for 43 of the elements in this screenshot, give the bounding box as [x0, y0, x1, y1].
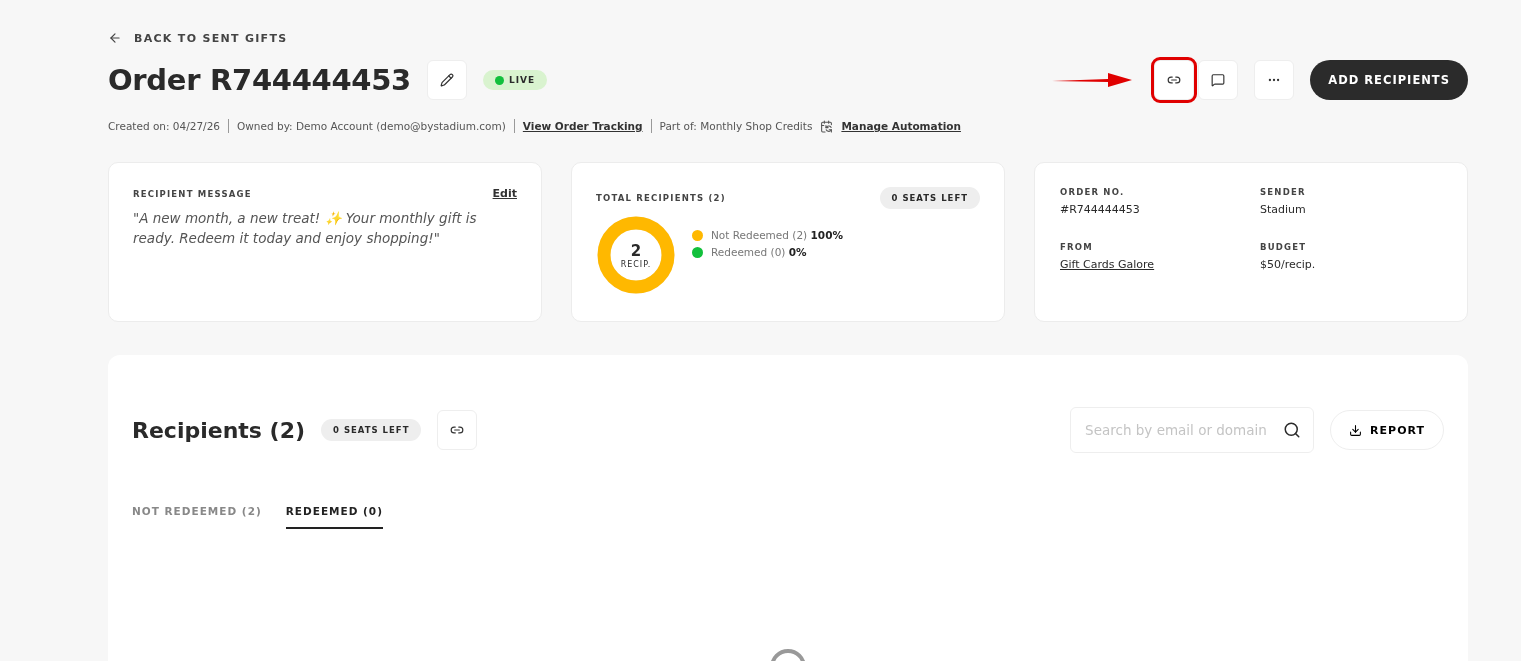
recipient-count: 2	[630, 241, 642, 260]
order-tracking-link[interactable]: View Order Tracking	[522, 120, 643, 132]
pencil-icon	[439, 73, 454, 87]
legend-label: Redeemed (0) 0%	[711, 245, 807, 260]
comment-button[interactable]	[1198, 60, 1239, 100]
download-icon	[1349, 423, 1363, 437]
report-button[interactable]: REPORT	[1330, 410, 1444, 450]
card-label: TOTAL RECIPIENTS (2)	[596, 193, 726, 203]
detail-link[interactable]: Gift Cards Galore	[1060, 258, 1260, 271]
detail-value: Stadium	[1260, 203, 1307, 216]
detail-label: ORDER NO.	[1060, 187, 1126, 197]
calendar-icon	[820, 119, 834, 133]
recipient-message: "A new month, a new treat! ✨ Your monthly gift is ready. Redeem it today and enjoy shopping!"	[133, 209, 478, 248]
edit-link[interactable]: Edit	[492, 187, 517, 200]
order-title: Order R744444453	[108, 63, 411, 97]
seats-badge: 0 SEATS LEFT	[321, 419, 422, 441]
filter-tab[interactable]: NOT REDEEMED (2)	[132, 505, 262, 529]
recipients-title: Recipients (2)	[132, 417, 305, 443]
recipient-unit: RECIP.	[620, 259, 652, 269]
add-recipients-button[interactable]: ADD RECIPIENTS	[1310, 60, 1468, 100]
detail-label: FROM	[1060, 242, 1094, 252]
search-icon	[1283, 421, 1302, 439]
filter-tab[interactable]: REDEEMED (0)	[285, 505, 383, 529]
link-icon	[450, 423, 465, 437]
manage-automation-link[interactable]: Manage Automation	[841, 120, 961, 132]
detail-label: SENDER	[1260, 187, 1307, 197]
detail-value: #R744444453	[1060, 203, 1141, 216]
speech-bubble-icon	[1211, 73, 1226, 87]
status-badge: LIVE	[482, 70, 548, 90]
seats-badge: 0 SEATS LEFT	[879, 187, 980, 209]
legend-label: Not Redeemed (2) 100%	[711, 228, 843, 243]
link-icon	[1167, 73, 1182, 87]
meta-text: Owned by: Demo Account (demo@bystadium.com)	[237, 120, 506, 132]
card-label: RECIPIENT MESSAGE	[133, 188, 252, 199]
detail-label: BUDGET	[1260, 242, 1308, 252]
copy-link-button[interactable]	[1154, 60, 1195, 100]
automation-text: Part of: Monthly Shop Credits	[659, 120, 813, 132]
meta-text: Created on: 04/27/26	[108, 120, 220, 132]
back-link[interactable]: BACK TO SENT GIFTS	[108, 28, 1468, 48]
copy-link-button[interactable]	[437, 410, 478, 450]
detail-value: $50/recip.	[1260, 258, 1317, 271]
search-box[interactable]: Search by email or domain	[1070, 407, 1315, 453]
edit-button[interactable]	[426, 60, 467, 100]
